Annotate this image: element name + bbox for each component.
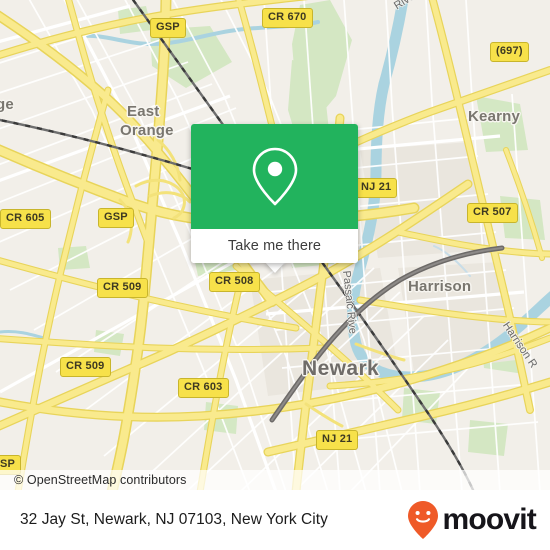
moovit-smiley-pin-icon: [408, 501, 439, 539]
footer-bar: 32 Jay St, Newark, NJ 07103, New York Ci…: [0, 490, 550, 550]
moovit-logo[interactable]: moovit: [406, 500, 537, 540]
location-marker-card[interactable]: Take me there: [191, 124, 358, 263]
moovit-location-share-card: East Orange ge Kearny Harrison Newark River Pa…: [0, 0, 550, 550]
take-me-there-label: Take me there: [227, 238, 322, 254]
map-pin-icon: [252, 147, 297, 205]
map-canvas[interactable]: East Orange ge Kearny Harrison Newark River Pa…: [0, 0, 550, 490]
osm-attribution-bar: © OpenStreetMap contributors: [0, 470, 550, 490]
moovit-wordmark: moovit: [442, 503, 536, 536]
marker-card-footer[interactable]: Take me there: [191, 229, 358, 263]
osm-attribution-text[interactable]: © OpenStreetMap contributors: [0, 473, 187, 487]
marker-card-header: [191, 124, 358, 229]
address-label: 32 Jay St, Newark, NJ 07103, New York Ci…: [20, 511, 328, 528]
